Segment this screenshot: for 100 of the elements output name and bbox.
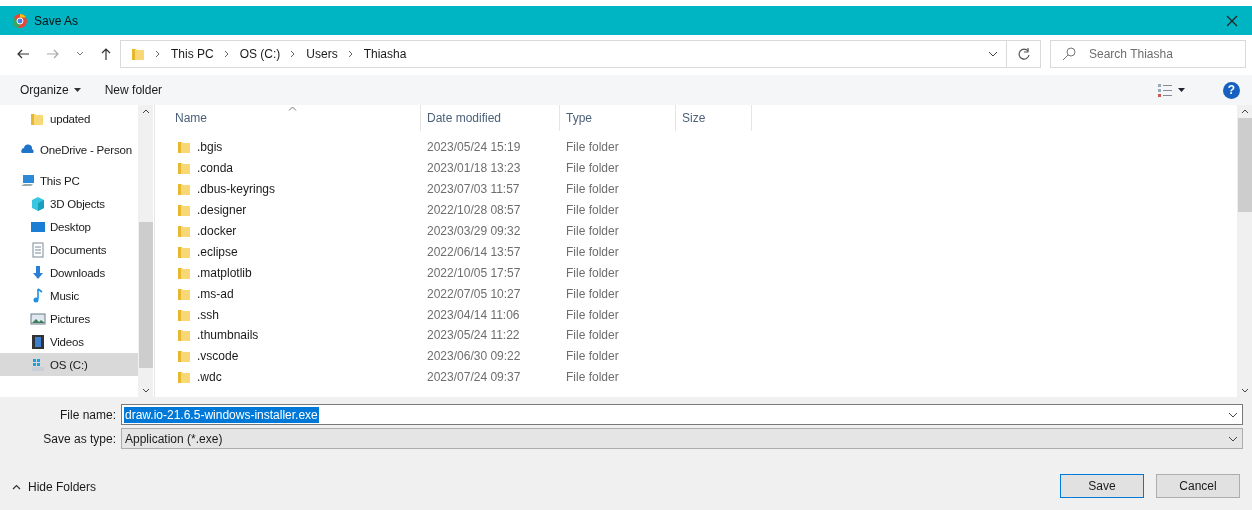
file-type: File folder (565, 182, 620, 197)
caret-icon (73, 88, 81, 92)
file-name[interactable]: .ssh (197, 307, 219, 322)
chevron-right-icon (155, 50, 161, 58)
date-modified: 2023/04/14 11:06 (426, 307, 521, 322)
field-label: Save as type: (42, 431, 117, 446)
file-name[interactable]: .thumbnails (197, 328, 259, 343)
close-icon[interactable] (1226, 14, 1238, 27)
file-type: File folder (565, 203, 620, 218)
scroll-up-icon (1240, 109, 1249, 114)
sidebar-item[interactable]: Desktop (0, 215, 138, 238)
search-field[interactable]: Search Thiasha (1050, 40, 1246, 68)
save-button[interactable]: Save (1060, 473, 1144, 498)
date-modified: 2023/05/24 11:22 (426, 328, 521, 343)
breadcrumb-item[interactable]: Users (306, 47, 338, 61)
breadcrumb-item[interactable]: This PC (171, 47, 214, 61)
sidebar-item[interactable]: OS (C:) (0, 353, 138, 376)
sidebar-item[interactable]: Downloads (0, 261, 138, 284)
sidebar-item[interactable]: OneDrive - Person (0, 138, 138, 161)
sidebar-item[interactable]: Documents (0, 238, 138, 261)
address-bar[interactable]: This PC OS (C:) Users Thiasha (120, 40, 1007, 68)
file-name[interactable]: .designer (197, 203, 247, 218)
hide-folders-button[interactable]: Hide Folders (12, 479, 97, 494)
chevron-down-icon[interactable] (988, 51, 998, 57)
up-arrow-icon[interactable] (100, 47, 112, 61)
breadcrumb-item[interactable]: Thiasha (363, 47, 407, 61)
column-header[interactable]: Date modified (421, 105, 560, 131)
file-name-field[interactable]: draw.io-21.6.5-windows-installer.exe (121, 404, 1243, 425)
sidebar-item[interactable]: This PC (0, 169, 138, 192)
document-icon (30, 241, 46, 258)
film-icon (30, 333, 46, 350)
breadcrumb-item[interactable]: OS (C:) (239, 47, 281, 61)
file-type: File folder (565, 140, 620, 155)
scrollbar-thumb[interactable] (138, 222, 153, 368)
file-type: File folder (565, 265, 620, 280)
file-name[interactable]: .bgis (197, 140, 223, 155)
file-name[interactable]: .ms-ad (197, 286, 234, 301)
file-name[interactable]: .matplotlib (197, 265, 252, 280)
sort-indicator-icon (287, 106, 297, 111)
scroll-down-icon (141, 388, 150, 393)
file-type: File folder (565, 307, 620, 322)
file-name[interactable]: .docker (197, 224, 237, 238)
folder-icon (177, 223, 191, 239)
file-type-dropdown[interactable]: Application (*.exe) (121, 428, 1243, 449)
file-name[interactable]: .dbus-keyrings (197, 182, 276, 197)
file-name[interactable]: .vscode (197, 349, 239, 364)
date-modified: 2023/03/29 09:32 (426, 224, 522, 238)
sidebar-item[interactable]: Pictures (0, 307, 138, 330)
folder-icon (177, 369, 191, 386)
sidebar-item[interactable]: updated (0, 107, 138, 130)
chevron-up-icon (12, 483, 21, 490)
folder-icon (177, 202, 191, 219)
new-folder-button[interactable]: New folder (96, 79, 171, 101)
search-icon (1062, 47, 1076, 61)
file-type: File folder (565, 224, 620, 238)
scrollbar[interactable] (138, 105, 153, 397)
folder-icon (131, 46, 145, 62)
date-modified: 2022/10/28 08:57 (426, 203, 522, 218)
chevron-down-icon[interactable] (76, 51, 84, 57)
sidebar-item[interactable]: Videos (0, 330, 138, 353)
scroll-up-icon (141, 109, 150, 114)
folder-icon (177, 181, 191, 198)
column-header[interactable]: Type (560, 105, 676, 131)
computer-icon (20, 172, 36, 189)
cube-icon (30, 195, 46, 212)
folder-icon (177, 348, 191, 365)
refresh-button[interactable] (1007, 40, 1041, 68)
column-header[interactable]: Name (155, 105, 421, 131)
date-modified: 2023/01/18 13:23 (426, 161, 522, 176)
file-name[interactable]: .wdc (197, 370, 222, 385)
date-modified: 2022/07/05 10:27 (426, 286, 522, 301)
file-type: File folder (565, 161, 620, 176)
organize-button[interactable]: Organize (12, 79, 89, 101)
help-button[interactable]: ? (1223, 81, 1240, 99)
download-arrow-icon (30, 264, 46, 281)
chevron-right-icon (347, 50, 354, 58)
sidebar-item[interactable]: Music (0, 284, 138, 307)
sidebar-item[interactable]: 3D Objects (0, 192, 138, 215)
date-modified: 2022/06/14 13:57 (426, 244, 522, 259)
field-label: File name: (58, 407, 117, 422)
cancel-button[interactable]: Cancel (1156, 473, 1240, 498)
file-type: File folder (565, 349, 620, 364)
caret-icon (1178, 88, 1185, 92)
file-name[interactable]: .eclipse (197, 244, 238, 259)
scrollbar[interactable] (1237, 105, 1252, 397)
forward-arrow-icon[interactable] (46, 48, 60, 60)
drive-icon (30, 356, 46, 373)
date-modified: 2023/07/03 11:57 (426, 182, 521, 197)
chevron-down-icon (1228, 411, 1238, 418)
back-arrow-icon[interactable] (16, 48, 30, 60)
file-type: File folder (565, 244, 620, 259)
folder-icon (177, 160, 191, 177)
list-view-icon (1157, 83, 1173, 97)
scrollbar-thumb[interactable] (1237, 118, 1252, 212)
date-modified: 2023/06/30 09:22 (426, 349, 522, 364)
file-name[interactable]: .conda (197, 161, 234, 176)
column-header[interactable]: Size (676, 105, 752, 131)
date-modified: 2023/05/24 15:19 (426, 140, 522, 155)
chevron-down-icon (1228, 435, 1238, 442)
app-logo-icon (12, 12, 28, 29)
